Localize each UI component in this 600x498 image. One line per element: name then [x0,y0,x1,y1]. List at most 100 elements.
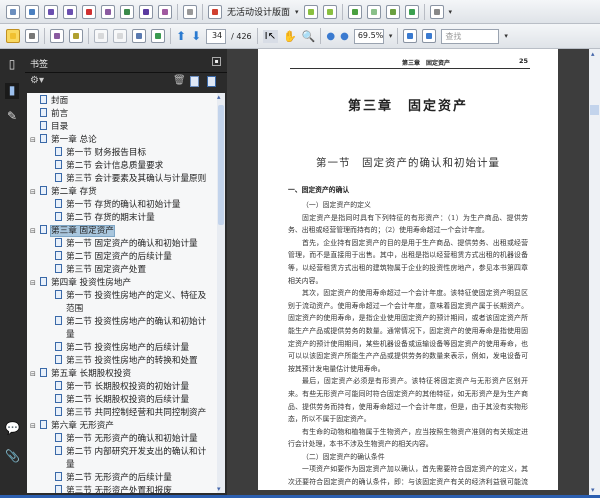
signatures-icon[interactable]: ✎ [5,109,19,125]
text-field-icon[interactable] [6,4,20,19]
hand-tool-icon[interactable]: ✋ [283,30,297,43]
bookmark-item[interactable]: 第一节 存货的确认和初始计量 [27,199,225,212]
bookmark-label: 第一节 财务报告目标 [66,148,147,158]
bookmark-item[interactable]: 第二节 长期股权投资的后续计量 [27,394,225,407]
bookmark-item[interactable]: 第二节 无形资产的后续计量 [27,472,225,485]
bookmark-item[interactable]: 前言 [27,108,225,121]
sign-icon[interactable] [69,29,83,43]
design-layout-dropdown[interactable]: 无活动设计版面 [227,5,290,18]
email-icon[interactable] [132,29,146,43]
checkbox-tool-icon[interactable] [25,4,39,19]
bookmark-item[interactable]: ⊟ 第四章 投资性房地产 [27,277,225,290]
bookmark-label-continued[interactable]: 量 [27,329,225,342]
print-button-tool-icon[interactable] [101,4,115,19]
collapse-toggle-icon[interactable]: ⊟ [30,225,36,238]
signature-field-icon[interactable] [158,4,172,19]
bookmark-item[interactable]: 第二节 会计信息质量要求 [27,160,225,173]
bookmark-item[interactable]: ⊟ 第一章 总论 [27,134,225,147]
collapse-toggle-icon[interactable]: ⊟ [30,420,36,433]
separator [44,28,45,44]
scroll-down-icon[interactable]: ▾ [591,486,595,494]
chevron-down-icon[interactable]: ▾ [295,8,299,16]
zoom-in-icon[interactable]: ● [340,31,349,42]
new-bookmark-icon[interactable] [190,76,199,87]
delete-bookmark-icon[interactable]: 🗑 [173,75,186,86]
previous-page-icon[interactable]: ⬆ [176,29,186,43]
pages-icon[interactable]: ▯ [5,57,19,73]
bookmark-item[interactable]: ⊟ 第五章 长期股权投资 [27,368,225,381]
bookmark-item[interactable]: ⊟ 第六章 无形资产 [27,420,225,433]
scroll-thumb[interactable] [590,105,599,115]
bookmark-item[interactable]: 第三节 固定资产处置 [27,264,225,277]
bookmark-item[interactable]: 第二节 投资性房地产的后续计量 [27,342,225,355]
collapse-toggle-icon[interactable]: ⊟ [30,134,36,147]
page-options-icon[interactable] [429,4,444,19]
bookmark-item[interactable]: 第一节 财务报告目标 [27,147,225,160]
zoom-tool-icon[interactable]: 🔍 [302,30,316,43]
bookmark-item[interactable]: 第二节 存货的期末计量 [27,212,225,225]
envelope-icon[interactable] [366,4,381,19]
page-number-input[interactable]: 34 [206,28,227,44]
expand-bookmark-icon[interactable] [207,76,216,87]
pattern-icon[interactable] [385,4,400,19]
bookmark-item[interactable]: 第一节 无形资产的确认和初始计量 [27,433,225,446]
bookmark-item[interactable]: 第三节 投资性房地产的转换和处置 [27,355,225,368]
bookmark-scrollbar[interactable]: ▴ ▾ [217,93,225,493]
chevron-down-icon[interactable]: ▾ [389,32,393,40]
image-field-tool-icon[interactable] [139,4,153,19]
fit-page-icon[interactable] [322,4,337,19]
bookmark-item[interactable]: ⊟ 第二章 存货 [27,186,225,199]
bookmark-item[interactable]: 第一节 固定资产的确认和初始计量 [27,238,225,251]
collapse-toggle-icon[interactable]: ⊟ [30,277,36,290]
next-page-icon[interactable]: ⬇ [191,29,201,43]
collapse-toggle-icon[interactable]: ⊟ [30,368,36,381]
bookmark-label-continued[interactable]: 量 [27,459,225,472]
bookmark-item[interactable]: 第二节 内部研究开发支出的确认和计 [27,446,225,459]
button-tool-icon[interactable] [63,4,77,19]
bookmarks-icon[interactable]: ▮ [5,83,19,99]
bookmark-item[interactable]: 第一节 长期股权投资的初始计量 [27,381,225,394]
layers-icon[interactable] [404,4,419,19]
bookmark-label-continued[interactable]: 范围 [27,303,225,316]
bookmark-item[interactable]: 第二节 投资性房地产的确认和初始计 [27,316,225,329]
bookmark-item[interactable]: 封面 [27,95,225,108]
print-icon[interactable] [25,29,39,43]
bookmark-item[interactable]: 第二节 固定资产的后续计量 [27,251,225,264]
bookmark-label: 第二章 存货 [51,187,97,197]
fit-width-icon[interactable] [403,29,418,43]
scroll-up-icon[interactable]: ▴ [591,50,595,58]
panel-options-icon[interactable]: ▪ [212,57,221,66]
bookmark-item[interactable]: 目录 [27,121,225,134]
attachments-icon[interactable]: 📎 [5,449,20,465]
filter-icon[interactable] [183,4,197,19]
bookmark-item[interactable]: ⊟ 第三章 固定资产 [27,225,225,238]
zoom-input[interactable]: 69.5% [353,28,384,44]
bookmark-icon [55,394,62,403]
email-button-tool-icon[interactable] [120,4,134,19]
select-tool-icon[interactable]: I↖ [262,29,278,43]
radio-button-tool-icon[interactable] [44,4,58,19]
bookmark-item[interactable]: 第一节 投资性房地产的定义、特征及 [27,290,225,303]
collaborate-icon[interactable] [50,29,64,43]
chevron-down-icon[interactable]: ▾ [504,32,508,40]
save-icon[interactable] [94,29,108,43]
bookmark-label: 第三节 固定资产处置 [66,265,147,275]
chevron-down-icon[interactable]: ▾ [449,8,453,16]
bookmark-item[interactable]: 第三节 会计要素及其确认与计量原则 [27,173,225,186]
web-icon[interactable] [151,29,165,43]
bookmark-item[interactable]: 第三节 共同控制经营和共同控制资产 [27,407,225,420]
zoom-out-icon[interactable]: ● [326,31,335,42]
list-box-tool-icon[interactable] [82,4,96,19]
document-scrollbar[interactable]: ▴ ▾ [589,49,600,495]
fit-height-icon[interactable] [303,4,318,19]
comments-icon[interactable]: 💬 [5,421,20,437]
comment-icon[interactable] [347,4,362,19]
full-screen-icon[interactable] [422,29,437,43]
design-layout-icon [208,4,222,19]
collapse-toggle-icon[interactable]: ⊟ [30,186,36,199]
bookmark-item[interactable]: 第三节 无形资产处置和报废 [27,485,225,493]
search-input[interactable]: 查找 [441,28,500,44]
save-as-icon[interactable] [113,29,127,43]
options-gear-icon[interactable]: ⚙▾ [30,75,44,86]
open-folder-icon[interactable] [6,29,20,43]
